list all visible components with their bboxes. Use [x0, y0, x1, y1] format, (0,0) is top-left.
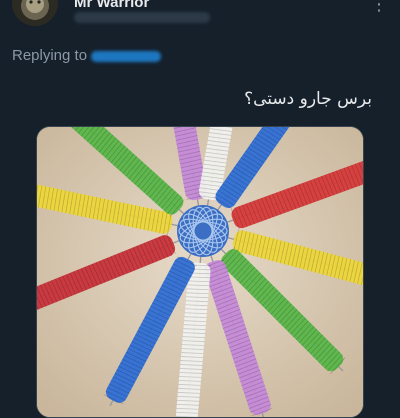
avatar-image: [12, 0, 58, 26]
tweet-text: برس جارو دستی؟: [244, 89, 372, 109]
author-handle-redacted: [74, 12, 210, 23]
avatar[interactable]: [12, 0, 58, 26]
tweet-media-image[interactable]: [36, 126, 364, 418]
tweet[interactable]: Mr Warrior ⋮ Replying to برس جارو دستی؟: [0, 0, 400, 400]
more-options-icon[interactable]: ⋮: [368, 0, 390, 18]
replying-to-label: Replying to: [12, 47, 87, 64]
brush-photo: [37, 127, 363, 417]
author-display-name[interactable]: Mr Warrior: [74, 0, 149, 11]
reply-mention-redacted[interactable]: [91, 51, 161, 62]
